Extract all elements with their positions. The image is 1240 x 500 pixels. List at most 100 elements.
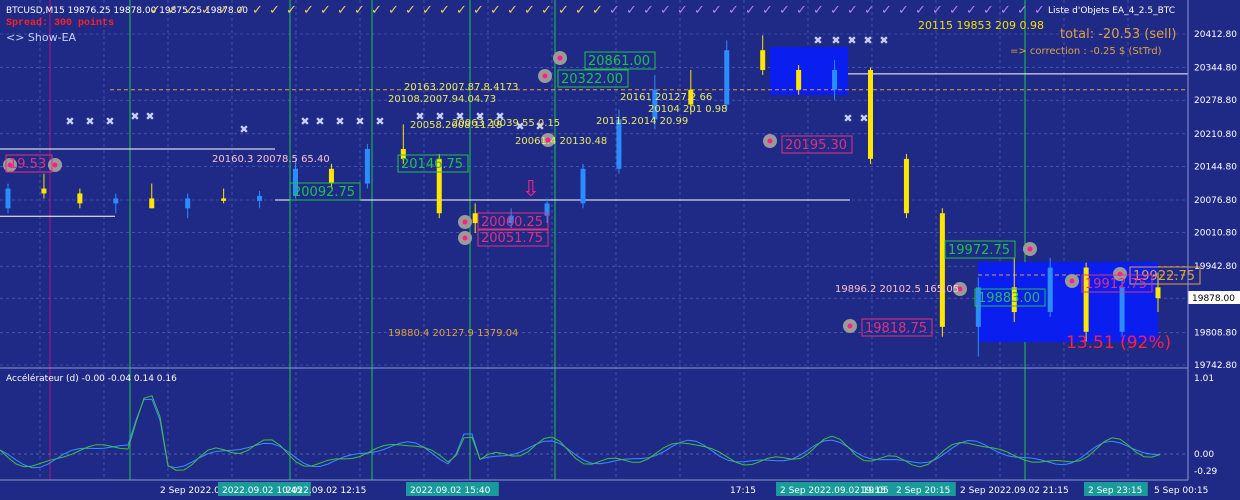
time-tick-label: 2 Sep 2022.09.02 21:15 <box>960 486 1069 496</box>
signal-check-icon: ✓ <box>626 3 637 18</box>
price-box-text: 20060.25 <box>481 215 543 230</box>
entry-circle-dot <box>1069 278 1075 284</box>
info-text-3: 20160.3 20078.5 65.40 <box>212 154 330 165</box>
sell-marker: ✖ <box>300 115 309 128</box>
entry-circle-dot <box>767 138 773 144</box>
signal-check-icon: ✓ <box>592 3 603 18</box>
price-tick-label: 19942.80 <box>1194 262 1237 272</box>
indicator-tick-bottom: -0.29 <box>1194 467 1218 477</box>
candle-body <box>724 50 730 105</box>
signal-check-icon: ✓ <box>796 3 807 18</box>
indicator-tick-zero: 0.00 <box>1194 450 1214 460</box>
entry-circle-dot <box>462 235 468 241</box>
signal-check-icon: ✓ <box>1000 3 1011 18</box>
signal-check-icon: ✓ <box>898 3 909 18</box>
signal-check-icon: ✓ <box>575 3 586 18</box>
sell-marker: ✖ <box>145 110 154 123</box>
signal-check-icon: ✓ <box>473 3 484 18</box>
total-label: total: -20.53 (sell) <box>1060 27 1176 42</box>
price-tick-label: 19808.80 <box>1194 328 1237 338</box>
time-tick-label: 2 Sep 20:15 <box>896 486 950 496</box>
down-arrow-icon: ⇩ <box>522 177 540 202</box>
candle-body <box>868 69 873 159</box>
signal-check-icon: ✓ <box>252 3 263 18</box>
candle-body <box>760 50 766 70</box>
candle-body <box>796 69 802 90</box>
info-text-4: 19896.2 20102.5 165.05 <box>835 284 959 295</box>
signal-check-icon: ✓ <box>694 3 705 18</box>
current-price-label: 19878.00 <box>1192 294 1235 304</box>
signal-check-icon: ✓ <box>643 3 654 18</box>
signal-check-icon: ✓ <box>439 3 450 18</box>
spread-label: Spread: 300 points <box>6 17 114 29</box>
price-tick-label: 20412.80 <box>1194 30 1237 40</box>
signal-check-icon: ✓ <box>1034 3 1045 18</box>
time-tick-label: 2 Sep 23:15 <box>1088 486 1142 496</box>
signal-check-icon: ✓ <box>167 3 178 18</box>
signal-check-icon: ✓ <box>609 3 620 18</box>
signal-check-icon: ✓ <box>456 3 467 18</box>
signal-check-icon: ✓ <box>813 3 824 18</box>
price-box-text: 20861.00 <box>588 54 650 69</box>
candle-body <box>257 195 263 201</box>
price-box-text: 20195.30 <box>785 138 847 153</box>
candle-body <box>580 168 586 204</box>
sell-marker: ✖ <box>879 34 888 47</box>
signal-check-icon: ✓ <box>932 3 943 18</box>
sell-marker: ✖ <box>375 115 384 128</box>
signal-check-icon: ✓ <box>371 3 382 18</box>
sell-marker: ✖ <box>105 115 114 128</box>
candle-body <box>149 198 155 209</box>
info-text-2: 20108.2007.94.04.73 <box>388 94 496 105</box>
signal-check-icon: ✓ <box>660 3 671 18</box>
signal-check-icon: ✓ <box>966 3 977 18</box>
signal-check-icon: ✓ <box>218 3 229 18</box>
signal-check-icon: ✓ <box>728 3 739 18</box>
candle-body <box>41 188 47 194</box>
info-text-9: 20115.2014 20.99 <box>596 116 688 127</box>
entry-circle-dot <box>542 73 548 79</box>
time-tick-label: 2022.09.02 15:40 <box>410 486 491 496</box>
sell-marker: ✖ <box>85 115 94 128</box>
signal-check-icon: ✓ <box>354 3 365 18</box>
candle-body <box>903 158 909 214</box>
signal-check-icon: ✓ <box>915 3 926 18</box>
signal-check-icon: ✓ <box>541 3 552 18</box>
sell-marker: ✖ <box>859 112 868 125</box>
info-text-1: 20163.2007.87.8.4173 <box>404 82 519 93</box>
candle-body <box>113 198 119 204</box>
sell-marker: ✖ <box>863 34 872 47</box>
price-tick-label: 20144.80 <box>1194 162 1237 172</box>
signal-check-icon: ✓ <box>558 3 569 18</box>
candle-body <box>364 149 370 184</box>
time-tick-label: 5 Sep 00:15 <box>1154 486 1208 496</box>
price-tick-label: 20010.80 <box>1194 229 1237 239</box>
signal-check-icon: ✓ <box>201 3 212 18</box>
entry-circle-dot <box>52 162 58 168</box>
sell-marker: ✖ <box>831 34 840 47</box>
price-box-text: 19883.00 <box>978 291 1040 306</box>
time-tick-label: 2022.09.02 12:15 <box>286 486 366 496</box>
entry-circle-dot <box>1027 246 1033 252</box>
candle-body <box>832 69 838 90</box>
price-box-text: 19972.75 <box>948 243 1010 258</box>
entry-circle-dot <box>462 219 468 225</box>
signal-check-icon: ✓ <box>286 3 297 18</box>
sell-marker: ✖ <box>315 115 324 128</box>
sell-marker: ✖ <box>239 123 248 136</box>
time-tick-label: 19:15 <box>860 486 886 496</box>
candle-body <box>1119 287 1125 332</box>
sell-marker: ✖ <box>65 115 74 128</box>
signal-check-icon: ✓ <box>745 3 756 18</box>
entry-circle-dot <box>1117 271 1123 277</box>
info-text-10: 20104 201 0.98 <box>648 104 728 115</box>
show-ea-toggle[interactable]: <> Show-EA <box>6 31 77 44</box>
price-box-text: 20092.75 <box>293 185 355 200</box>
correction-label: => correction : -0.25 $ (StTrd) <box>1010 46 1162 57</box>
pct-label: 13.51 (92%) <box>1066 333 1171 353</box>
signal-check-icon: ✓ <box>677 3 688 18</box>
entry-circle-dot <box>557 55 563 61</box>
indicator-tick-top: 1.01 <box>1194 374 1214 384</box>
price-box-text: 19818.75 <box>865 321 927 336</box>
objects-list-label: Liste d'Objets EA_4_2.5_BTC <box>1048 6 1175 16</box>
